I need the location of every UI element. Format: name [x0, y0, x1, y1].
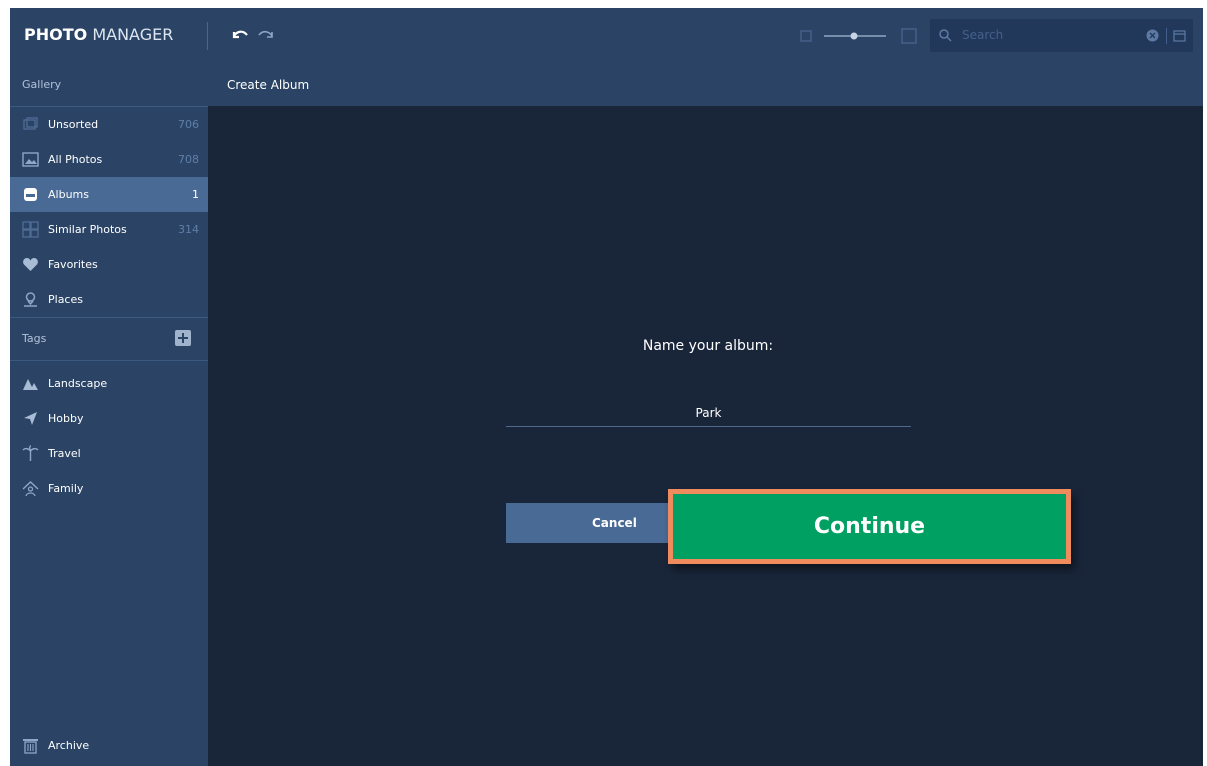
- zoom-slider-handle: [850, 32, 858, 40]
- search-input[interactable]: Search: [962, 28, 1003, 42]
- large-thumbnail-icon: [901, 28, 917, 44]
- sidebar-item-label: Family: [48, 482, 84, 495]
- undo-icon[interactable]: [228, 23, 252, 47]
- zoom-slider[interactable]: [800, 28, 920, 44]
- sidebar-item-label: Favorites: [48, 258, 98, 271]
- sidebar-item-label: All Photos: [48, 153, 103, 166]
- sidebar-item-albums[interactable]: Albums 1: [10, 177, 208, 212]
- landscape-icon: [23, 379, 38, 390]
- sidebar-item-similar-photos[interactable]: Similar Photos 314: [10, 212, 208, 247]
- continue-button-highlight: Continue: [668, 489, 1071, 564]
- sidebar-item-unsorted[interactable]: Unsorted 706: [10, 107, 208, 142]
- item-count: 314: [178, 223, 199, 236]
- map-pin-icon: [24, 292, 37, 307]
- item-count: 706: [178, 118, 199, 131]
- family-icon: [22, 481, 39, 497]
- toolbar-divider: [207, 22, 208, 50]
- page-title: Create Album: [227, 78, 310, 92]
- similar-photos-icon: [22, 221, 39, 238]
- unsorted-icon: [23, 117, 38, 130]
- tags-section-header: Tags: [10, 317, 208, 361]
- sidebar-item-travel[interactable]: Travel: [10, 436, 208, 471]
- album-name-prompt: Name your album:: [642, 338, 774, 354]
- redo-icon[interactable]: [254, 23, 278, 47]
- sidebar-item-family[interactable]: Family: [10, 471, 208, 506]
- sidebar-item-places[interactable]: Places: [10, 282, 208, 317]
- item-count: 708: [178, 153, 199, 166]
- trash-icon: [23, 739, 38, 754]
- sidebar-item-landscape[interactable]: Landscape: [10, 366, 208, 401]
- calendar-icon[interactable]: [1173, 29, 1186, 42]
- top-bar: PHOTO MANAGER Search: [10, 8, 1203, 64]
- continue-button[interactable]: Continue: [673, 494, 1066, 559]
- heart-icon: [23, 258, 38, 271]
- sidebar-item-favorites[interactable]: Favorites: [10, 247, 208, 282]
- main-panel: Create Album Name your album: Cancel Con…: [208, 64, 1203, 766]
- sidebar-item-label: Unsorted: [48, 118, 99, 131]
- sidebar-item-label: Albums: [48, 188, 89, 201]
- gallery-section-header: Gallery: [10, 64, 208, 107]
- album-name-input[interactable]: [506, 400, 911, 427]
- hobby-icon: [24, 412, 37, 425]
- panel-header: Create Album: [208, 64, 1203, 106]
- item-count: 1: [192, 188, 199, 201]
- app-window: PHOTO MANAGER Search Gallery Unsorted 70…: [10, 8, 1203, 766]
- search-box[interactable]: Search: [930, 19, 1193, 52]
- search-icon: [939, 29, 952, 42]
- sidebar-item-hobby[interactable]: Hobby: [10, 401, 208, 436]
- photos-icon: [22, 152, 39, 167]
- small-thumbnail-icon: [800, 30, 812, 42]
- albums-icon: [24, 188, 37, 201]
- sidebar-item-label: Archive: [48, 739, 90, 752]
- add-tag-button[interactable]: [175, 330, 191, 346]
- sidebar-item-all-photos[interactable]: All Photos 708: [10, 142, 208, 177]
- sidebar-item-label: Landscape: [48, 377, 108, 390]
- clear-search-icon[interactable]: [1146, 29, 1159, 42]
- sidebar-item-label: Travel: [48, 447, 81, 460]
- sidebar-item-label: Similar Photos: [48, 223, 127, 236]
- search-divider: [1166, 28, 1167, 44]
- app-logo: PHOTO MANAGER: [24, 25, 174, 44]
- sidebar-item-label: Places: [48, 293, 83, 306]
- sidebar: Gallery Unsorted 706 All Photos 708 Albu…: [10, 64, 208, 766]
- sidebar-item-archive[interactable]: Archive: [10, 725, 208, 766]
- sidebar-item-label: Hobby: [48, 412, 84, 425]
- palm-tree-icon: [22, 445, 39, 461]
